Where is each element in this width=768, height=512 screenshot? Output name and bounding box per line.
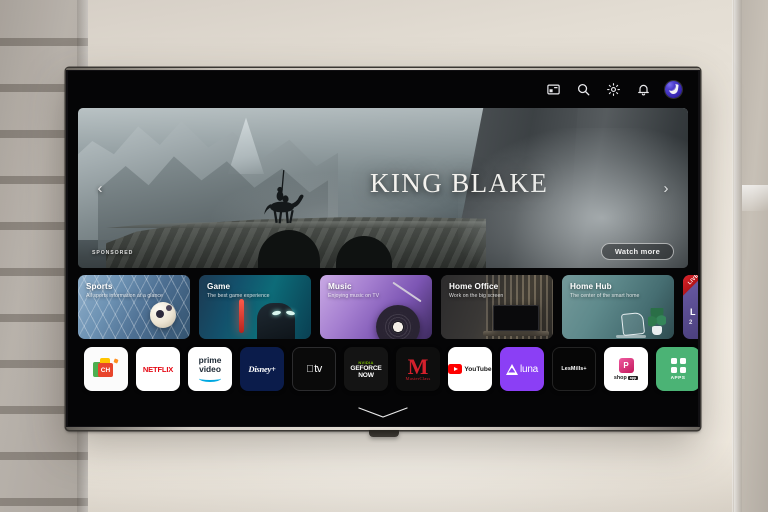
tv-wall-mount [369, 430, 399, 437]
card-subtitle: All sports information at a glance [86, 293, 163, 299]
card-subtitle: The best game experience [207, 293, 270, 299]
turntable-tonearm [392, 281, 422, 303]
app-badge: app [627, 375, 639, 380]
card-title: Game [207, 282, 231, 291]
card-title: Home Hub [570, 282, 612, 291]
card-music[interactable]: Music Enjoying music on TV [320, 275, 432, 339]
category-card-row: Sports All sports information at a glanc… [78, 275, 698, 339]
app-label-line2: NOW [358, 371, 374, 379]
app-label: MasterClass [405, 376, 431, 381]
app-label: APPS [670, 375, 686, 381]
card-subtitle: Enjoying music on TV [328, 293, 380, 299]
desk [483, 331, 549, 336]
card-game[interactable]: Game The best game experience [199, 275, 311, 339]
side-table [616, 335, 646, 338]
app-apps-store[interactable]: APPS [656, 347, 698, 391]
input-source-icon[interactable] [545, 81, 562, 98]
shopping-bag-icon: P [618, 357, 634, 373]
card-sports[interactable]: Sports All sports information at a glanc… [78, 275, 190, 339]
potted-plant [648, 308, 666, 335]
app-label: tv [310, 363, 322, 375]
app-label: luna [519, 363, 539, 375]
top-bar [68, 71, 698, 107]
tv-bezel: KING BLAKE ‹ › SPONSORED Watch more Spor… [66, 68, 700, 430]
card-home-office[interactable]: Home Office Work on the big screen [441, 275, 553, 339]
card-title: L [690, 307, 696, 317]
app-masterclass[interactable]: M MasterClass [396, 347, 440, 391]
app-netflix[interactable]: NETFLIX [136, 347, 180, 391]
card-home-hub[interactable]: Home Hub The center of the smart home [562, 275, 674, 339]
chevron-down-icon[interactable] [353, 406, 413, 420]
wall-panel-right [734, 0, 768, 512]
gaming-chair [257, 303, 295, 339]
app-label: CH [98, 363, 113, 377]
app-shop[interactable]: P shop app [604, 347, 648, 391]
app-label: YouTube [464, 365, 492, 373]
app-prime-video[interactable]: prime video [188, 347, 232, 391]
card-subtitle: The center of the smart home [570, 293, 640, 299]
gear-icon[interactable] [605, 81, 622, 98]
avatar[interactable] [665, 80, 682, 98]
sponsored-label: SPONSORED [92, 250, 134, 256]
youtube-play-icon [448, 364, 463, 374]
live-badge: LIVE [683, 275, 698, 299]
grid-squares-icon [670, 357, 686, 373]
search-icon[interactable] [575, 81, 592, 98]
app-youtube[interactable]: YouTube [448, 347, 492, 391]
card-subtitle: Work on the big screen [449, 293, 504, 299]
card-subtitle: 2 [689, 320, 693, 326]
card-live-clipped[interactable]: LIVE L 2 [683, 275, 698, 339]
knight-on-horse-illustration [256, 170, 306, 228]
app-label: shop [613, 374, 627, 381]
card-title: Home Office [449, 282, 499, 291]
masterclass-monogram-icon: M [407, 354, 429, 379]
app-apple-tv[interactable]:  tv [292, 347, 336, 391]
app-label: LesMills+ [561, 366, 587, 372]
vinyl-record-icon [376, 305, 420, 339]
rgb-lamp [239, 299, 244, 333]
live-badge-label: LIVE [686, 275, 698, 287]
luna-triangle-icon [505, 363, 518, 375]
app-label: Disney+ [248, 364, 276, 374]
watch-more-button[interactable]: Watch more [600, 243, 674, 260]
lg-channels-icon: CH [93, 358, 119, 380]
app-label: NETFLIX [142, 364, 174, 374]
amazon-smile-icon [199, 375, 221, 382]
app-amazon-luna[interactable]: luna [500, 347, 544, 391]
card-title: Music [328, 282, 352, 291]
app-geforce-now[interactable]: NVIDIA GEFORCE NOW [344, 347, 388, 391]
card-title: Sports [86, 282, 113, 291]
hero-prev-arrow[interactable]: ‹ [92, 178, 108, 198]
app-label: GEFORCE [350, 364, 382, 372]
bell-icon[interactable] [635, 81, 652, 98]
armchair [620, 311, 646, 337]
app-disney-plus[interactable]: Disney+ [240, 347, 284, 391]
tv-screen: KING BLAKE ‹ › SPONSORED Watch more Spor… [68, 71, 698, 426]
app-lesmills-plus[interactable]: LesMills+ [552, 347, 596, 391]
app-label-line2: video [199, 364, 221, 374]
apple-logo-icon:  [306, 364, 314, 375]
app-lg-channels[interactable]: CH [84, 347, 128, 391]
hero-banner[interactable]: KING BLAKE ‹ › SPONSORED Watch more [78, 108, 688, 268]
soccer-ball-icon [150, 302, 176, 328]
app-shortcut-row: CH NETFLIX prime video Disney+  tv NVID [84, 347, 698, 391]
wall-floor-shadow [88, 442, 735, 512]
monitor [493, 305, 539, 331]
